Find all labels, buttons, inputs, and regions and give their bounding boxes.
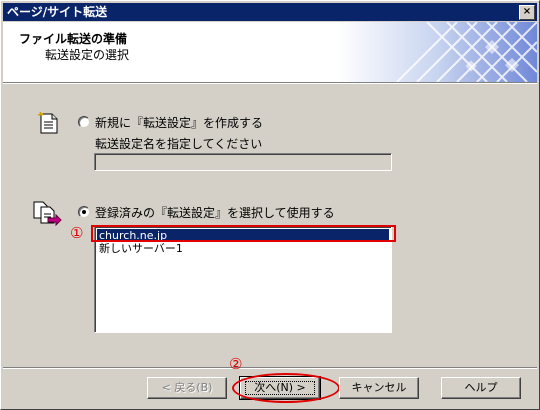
- dialog-window: ページ/サイト転送 × ファイル転送の準備 転送設定の選択 新規に『転送設定』を…: [0, 0, 540, 410]
- document-icon: [38, 111, 58, 134]
- header-graphic-icon: [337, 22, 537, 82]
- setting-name-label: 転送設定名を指定してください: [95, 137, 263, 151]
- footer-divider: [3, 367, 537, 369]
- radio-existing-setting[interactable]: [78, 206, 90, 218]
- radio-new-setting[interactable]: [78, 116, 90, 128]
- wizard-header: ファイル転送の準備 転送設定の選択: [3, 22, 537, 82]
- documents-copy-icon: [33, 201, 62, 226]
- header-subtitle: 転送設定の選択: [45, 48, 130, 62]
- back-button[interactable]: < 戻る(B): [147, 377, 227, 399]
- cancel-button[interactable]: キャンセル: [339, 377, 419, 399]
- header-divider: [3, 82, 537, 84]
- radio-new-setting-label: 新規に『転送設定』を作成する: [95, 116, 264, 130]
- annotation-highlight-ellipse: [232, 373, 340, 403]
- help-button[interactable]: ヘルプ: [441, 377, 521, 399]
- radio-existing-setting-label: 登録済みの『転送設定』を選択して使用する: [95, 206, 335, 220]
- window-title: ページ/サイト転送: [7, 5, 108, 19]
- setting-listbox[interactable]: church.ne.jp 新しいサーバー1: [94, 226, 392, 333]
- header-title: ファイル転送の準備: [19, 32, 128, 46]
- list-item[interactable]: 新しいサーバー1: [97, 242, 389, 255]
- annotation-highlight-box: [91, 225, 396, 242]
- title-bar[interactable]: ページ/サイト転送 ×: [3, 3, 537, 21]
- annotation-marker-1: ①: [70, 224, 84, 242]
- annotation-marker-2: ②: [229, 355, 243, 373]
- close-button[interactable]: ×: [519, 5, 535, 20]
- setting-name-input[interactable]: [94, 153, 392, 171]
